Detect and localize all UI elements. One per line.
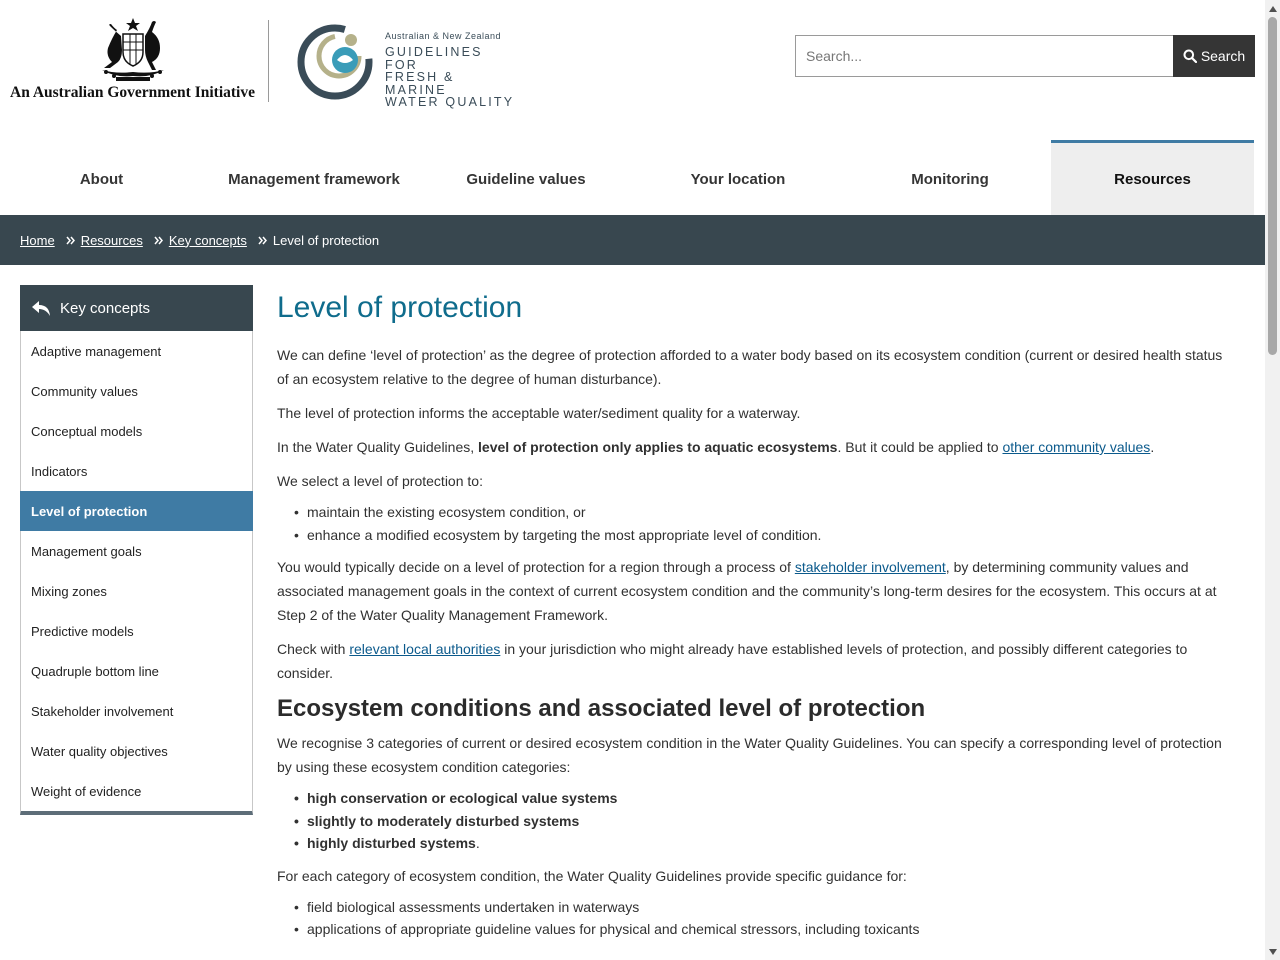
sidebar-item-water-quality-objectives[interactable]: Water quality objectives	[21, 731, 252, 771]
breadcrumb-key-concepts[interactable]: Key concepts	[169, 233, 247, 248]
list-item: highly disturbed systems.	[294, 832, 1227, 855]
wq-logo-text: Australian & New Zealand GUIDELINES FOR …	[385, 32, 515, 109]
guidance-list: field biological assessments undertaken …	[277, 896, 1227, 941]
chevron-right-icon	[258, 236, 267, 245]
paragraph-guidance: For each category of ecosystem condition…	[277, 867, 907, 884]
nav-item-about[interactable]: About	[0, 140, 203, 215]
wq-logo-line1: Australian & New Zealand	[385, 31, 502, 41]
breadcrumb-resources[interactable]: Resources	[81, 233, 143, 248]
scrollbar-thumb[interactable]	[1268, 17, 1277, 355]
sidebar-item-weight-of-evidence[interactable]: Weight of evidence	[21, 771, 252, 811]
search-bar: Search	[795, 35, 1255, 77]
nav-item-monitoring[interactable]: Monitoring	[849, 140, 1051, 215]
water-swirl-icon	[297, 24, 373, 100]
list-item: applications of appropriate guideline va…	[294, 918, 1227, 941]
sidebar-item-adaptive-management[interactable]: Adaptive management	[21, 331, 252, 371]
sidebar-item-indicators[interactable]: Indicators	[21, 451, 252, 491]
wq-logo-line3: FRESH & MARINE	[385, 70, 455, 97]
scroll-down-arrow-icon[interactable]	[1265, 943, 1280, 960]
search-icon	[1183, 49, 1197, 63]
sidebar-item-mixing-zones[interactable]: Mixing zones	[21, 571, 252, 611]
list-item: enhance a modified ecosystem by targetin…	[294, 524, 1227, 547]
text-segment: In the Water Quality Guidelines,	[277, 439, 479, 455]
water-quality-guidelines-logo[interactable]: Australian & New Zealand GUIDELINES FOR …	[295, 20, 515, 108]
paragraph-decide: You would typically decide on a level of…	[277, 555, 1227, 627]
wq-logo-line4: WATER QUALITY	[385, 95, 515, 109]
search-button[interactable]: Search	[1173, 35, 1255, 77]
list-item-text: highly disturbed systems	[307, 835, 476, 851]
breadcrumb: Home Resources Key concepts Level of pro…	[0, 215, 1265, 265]
text-segment: You would typically decide on a level of…	[277, 559, 795, 575]
chevron-right-icon	[66, 236, 75, 245]
link-stakeholder-involvement[interactable]: stakeholder involvement	[795, 559, 946, 575]
scroll-up-arrow-icon[interactable]	[1265, 0, 1280, 17]
sidebar-back-key-concepts[interactable]: Key concepts	[20, 285, 253, 331]
list-item: slightly to moderately disturbed systems	[294, 810, 1227, 833]
condition-categories-list: high conservation or ecological value sy…	[277, 787, 1227, 855]
page-scrollbar[interactable]	[1265, 0, 1280, 960]
sidebar-item-stakeholder-involvement[interactable]: Stakeholder involvement	[21, 691, 252, 731]
breadcrumb-current: Level of protection	[272, 232, 380, 248]
sidebar-item-community-values[interactable]: Community values	[21, 371, 252, 411]
breadcrumb-home[interactable]: Home	[20, 233, 55, 248]
logo-divider	[268, 20, 269, 102]
page-title: Level of protection	[277, 291, 523, 324]
site-header: An Australian Government Initiative Aust…	[0, 0, 1265, 140]
text-segment: Check with	[277, 641, 350, 657]
main-content: Level of protection We can define ‘level…	[277, 285, 1227, 950]
sidebar-title: Key concepts	[60, 299, 151, 317]
reply-arrow-icon	[32, 301, 50, 316]
list-item: field biological assessments undertaken …	[294, 896, 1227, 919]
paragraph-select: We select a level of protection to:	[277, 473, 483, 489]
select-list: maintain the existing ecosystem conditio…	[277, 501, 1227, 546]
paragraph-applies: In the Water Quality Guidelines, level o…	[277, 435, 1227, 459]
text-segment: .	[1150, 439, 1155, 455]
nav-item-resources[interactable]: Resources	[1051, 140, 1254, 215]
chevron-right-icon	[154, 236, 163, 245]
wq-logo-line2: GUIDELINES FOR	[385, 45, 483, 72]
nav-item-your-location[interactable]: Your location	[627, 140, 849, 215]
sidebar-item-quadruple-bottom-line[interactable]: Quadruple bottom line	[21, 651, 252, 691]
main-nav: About Management framework Guideline val…	[0, 140, 1265, 215]
paragraph-informs: The level of protection informs the acce…	[277, 405, 801, 421]
nav-item-guideline-values[interactable]: Guideline values	[425, 140, 627, 215]
intro-paragraph: We can define ‘level of protection’ as t…	[277, 347, 1223, 387]
text-segment: . But it could be applied to	[837, 439, 1003, 455]
nav-item-management-framework[interactable]: Management framework	[203, 140, 425, 215]
sidebar: Key concepts Adaptive management Communi…	[20, 285, 253, 815]
search-button-label: Search	[1200, 48, 1246, 64]
list-item-suffix: .	[475, 835, 480, 851]
sidebar-item-level-of-protection[interactable]: Level of protection	[20, 491, 253, 531]
gov-initiative-text: An Australian Government Initiative	[10, 84, 255, 101]
australian-government-logo[interactable]: An Australian Government Initiative	[10, 16, 256, 102]
search-input[interactable]	[795, 35, 1173, 77]
paragraph-categories: We recognise 3 categories of current or …	[277, 735, 1222, 775]
paragraph-check: Check with relevant local authorities in…	[277, 637, 1227, 685]
sidebar-item-conceptual-models[interactable]: Conceptual models	[21, 411, 252, 451]
bold-text: level of protection only applies to aqua…	[478, 439, 838, 455]
link-relevant-local-authorities[interactable]: relevant local authorities	[349, 641, 500, 657]
coat-of-arms-icon	[102, 18, 164, 81]
link-other-community-values[interactable]: other community values	[1002, 439, 1150, 455]
list-item: maintain the existing ecosystem conditio…	[294, 501, 1227, 524]
section-heading: Ecosystem conditions and associated leve…	[277, 695, 926, 722]
sidebar-item-predictive-models[interactable]: Predictive models	[21, 611, 252, 651]
list-item: high conservation or ecological value sy…	[294, 787, 1227, 810]
sidebar-item-management-goals[interactable]: Management goals	[21, 531, 252, 571]
